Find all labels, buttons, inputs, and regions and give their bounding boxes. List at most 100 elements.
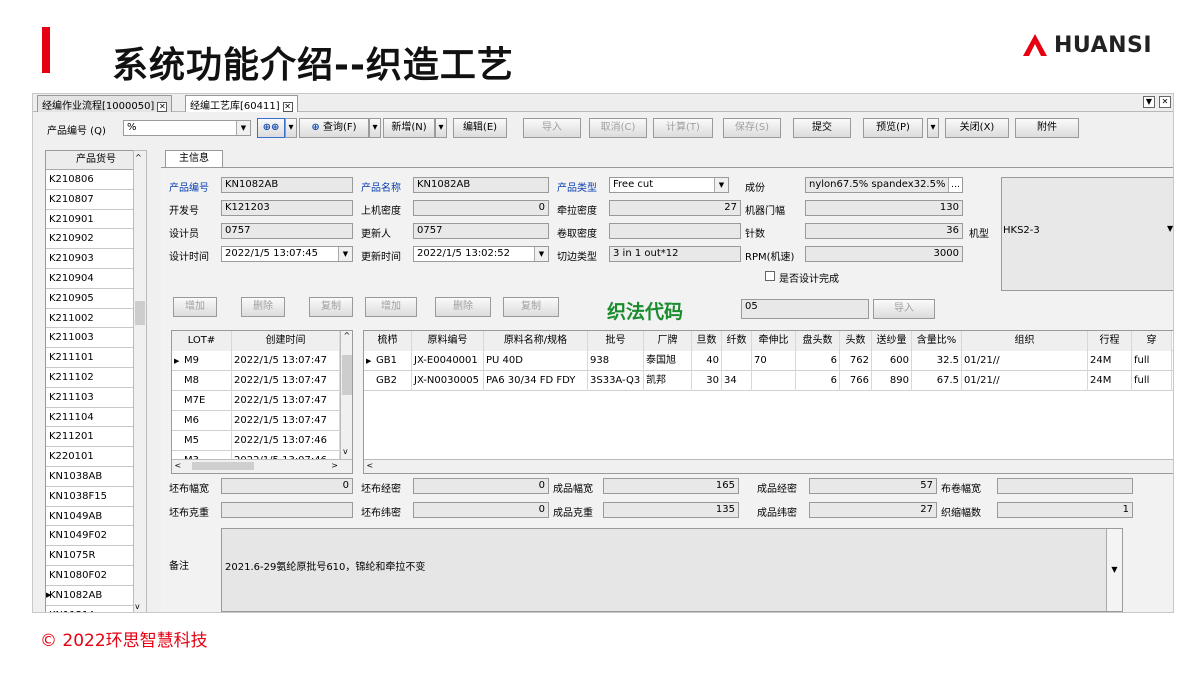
- product-no-field[interactable]: KN1082AB: [221, 177, 353, 193]
- product-list-item[interactable]: KN1075R: [46, 546, 146, 566]
- calc-button[interactable]: 计算(T): [653, 118, 713, 138]
- draft-density-field[interactable]: 27: [609, 200, 741, 216]
- product-list-item[interactable]: K210902: [46, 229, 146, 250]
- stroke-cell[interactable]: 24M: [1088, 371, 1132, 391]
- shrink-field[interactable]: 1: [997, 502, 1133, 518]
- takeup-density-field[interactable]: [609, 223, 741, 239]
- material-no-cell[interactable]: JX-E0040001: [412, 351, 484, 371]
- feed-cell[interactable]: 890: [872, 371, 912, 391]
- structure-cell[interactable]: 01/21//: [962, 371, 1088, 391]
- finished-course-field[interactable]: 57: [809, 478, 937, 494]
- feed-cell[interactable]: 600: [872, 351, 912, 371]
- product-list-item[interactable]: KN1049F02: [46, 526, 146, 547]
- product-list-item[interactable]: K211104: [46, 408, 146, 428]
- finished-weight-field[interactable]: 135: [603, 502, 739, 518]
- product-no-input[interactable]: % ▼: [123, 120, 251, 136]
- product-list-header[interactable]: 产品货号 △: [46, 151, 146, 170]
- lot-cell[interactable]: M8: [172, 371, 232, 391]
- composition-field[interactable]: nylon67.5% spandex32.5% …: [805, 177, 963, 193]
- tab-warp-library[interactable]: 经编工艺库[60411] ✕: [185, 95, 298, 112]
- machine-width-field[interactable]: 130: [805, 200, 963, 216]
- scroll-thumb[interactable]: [135, 301, 145, 325]
- chevron-down-icon[interactable]: ▼: [1167, 224, 1173, 233]
- yarn-grid-hscroll[interactable]: <: [364, 459, 1173, 473]
- lot-delete-button[interactable]: 删除: [241, 297, 285, 317]
- denier-header-cell[interactable]: 旦数: [692, 331, 722, 351]
- created-header-cell[interactable]: 创建时间: [232, 331, 340, 351]
- batch-cell[interactable]: 938: [588, 351, 644, 371]
- product-list-item[interactable]: K210901: [46, 210, 146, 230]
- finished-wale-field[interactable]: 27: [809, 502, 937, 518]
- yarn-add-button[interactable]: 增加: [365, 297, 417, 317]
- structure-header-cell[interactable]: 组织: [962, 331, 1088, 351]
- attach-button[interactable]: 附件: [1015, 118, 1079, 138]
- created-time-cell[interactable]: 2022/1/5 13:07:47: [232, 411, 340, 431]
- bar-header-cell[interactable]: 梳栉: [364, 331, 412, 351]
- created-time-cell[interactable]: 2022/1/5 13:07:47: [232, 391, 340, 411]
- product-list-item[interactable]: KN1038AB: [46, 467, 146, 487]
- batch-cell[interactable]: 3S33A-Q3: [588, 371, 644, 391]
- save-button[interactable]: 保存(S): [723, 118, 781, 138]
- chevron-down-icon[interactable]: ▼: [338, 247, 352, 261]
- threading-cell[interactable]: full: [1132, 351, 1172, 371]
- table-row[interactable]: GB1 JX-E0040001 PU 40D 938 泰国旭 40 70 6 762 600 32.…: [364, 351, 1173, 371]
- threading-header-cell[interactable]: 穿: [1132, 331, 1172, 351]
- greige-wale-field[interactable]: 0: [413, 502, 549, 518]
- product-list-item[interactable]: K210904: [46, 269, 146, 289]
- table-row[interactable]: M6 2022/1/5 13:07:47: [172, 411, 340, 431]
- content-ratio-cell[interactable]: 67.5: [912, 371, 962, 391]
- yarn-delete-button[interactable]: 删除: [435, 297, 491, 317]
- chevron-down-icon[interactable]: v: [135, 602, 140, 611]
- filament-cell[interactable]: [722, 351, 752, 371]
- binoculars-button[interactable]: ⊕⊕: [257, 118, 285, 138]
- greige-course-field[interactable]: 0: [413, 478, 549, 494]
- stroke-cell[interactable]: 24M: [1088, 351, 1132, 371]
- designer-field[interactable]: 0757: [221, 223, 353, 239]
- query-button[interactable]: ⊕ 查询(F): [299, 118, 369, 138]
- lot-add-button[interactable]: 增加: [173, 297, 217, 317]
- remark-textarea[interactable]: 2021.6-29氨纶原批号610，锦纶和牵拉不变 ▼: [221, 528, 1123, 612]
- batch-header-cell[interactable]: 批号: [588, 331, 644, 351]
- tab-warp-process[interactable]: 经编作业流程[1000050] ✕: [37, 95, 173, 112]
- material-no-cell[interactable]: JX-N0030005: [412, 371, 484, 391]
- preview-dropdown[interactable]: ▾: [927, 118, 939, 138]
- material-no-header-cell[interactable]: 原料编号: [412, 331, 484, 351]
- product-list-item[interactable]: KN1121A: [46, 606, 146, 612]
- dev-no-field[interactable]: K121203: [221, 200, 353, 216]
- beam-count-header-cell[interactable]: 盘头数: [796, 331, 840, 351]
- lot-copy-button[interactable]: 复制: [309, 297, 353, 317]
- table-row[interactable]: M9 2022/1/5 13:07:47 ▶: [172, 351, 340, 371]
- material-name-cell[interactable]: PA6 30/34 FD FDY: [484, 371, 588, 391]
- chevron-up-icon[interactable]: ^: [135, 153, 142, 162]
- threading-cell[interactable]: full: [1132, 371, 1172, 391]
- product-list-item[interactable]: K211103: [46, 388, 146, 408]
- cancel-button[interactable]: 取消(C): [589, 118, 647, 138]
- draft-ratio-cell[interactable]: [752, 371, 796, 391]
- needles-field[interactable]: 36: [805, 223, 963, 239]
- structure-cell[interactable]: 01/21//: [962, 351, 1088, 371]
- lot-header-cell[interactable]: LOT#: [172, 331, 232, 351]
- table-row[interactable]: M5 2022/1/5 13:07:46: [172, 431, 340, 451]
- product-list-item[interactable]: KN1049AB: [46, 507, 146, 527]
- content-ratio-cell[interactable]: 32.5: [912, 351, 962, 371]
- product-list-item[interactable]: K211003: [46, 328, 146, 349]
- tab-main-info[interactable]: 主信息: [165, 150, 223, 168]
- created-time-cell[interactable]: 2022/1/5 13:07:47: [232, 371, 340, 391]
- finished-width-field[interactable]: 165: [603, 478, 739, 494]
- brand-cell[interactable]: 泰国旭: [644, 351, 692, 371]
- more-icon[interactable]: …: [948, 178, 962, 192]
- lot-cell[interactable]: M5: [172, 431, 232, 451]
- lot-cell[interactable]: M7E: [172, 391, 232, 411]
- brand-header-cell[interactable]: 厂牌: [644, 331, 692, 351]
- chevron-down-icon[interactable]: ▼: [1143, 96, 1155, 108]
- brand-cell[interactable]: 凯邦: [644, 371, 692, 391]
- beam-count-cell[interactable]: 6: [796, 371, 840, 391]
- product-type-select[interactable]: Free cut ▼: [609, 177, 729, 193]
- lot-grid-hscroll[interactable]: < >: [172, 459, 352, 473]
- product-list-item[interactable]: ▶ KN1082AB: [46, 586, 146, 606]
- greige-weight-field[interactable]: [221, 502, 353, 518]
- chevron-down-icon[interactable]: ▼: [714, 178, 728, 192]
- close-icon[interactable]: ✕: [1159, 96, 1171, 108]
- design-time-picker[interactable]: 2022/1/5 13:07:45 ▼: [221, 246, 353, 262]
- ends-header-cell[interactable]: 头数: [840, 331, 872, 351]
